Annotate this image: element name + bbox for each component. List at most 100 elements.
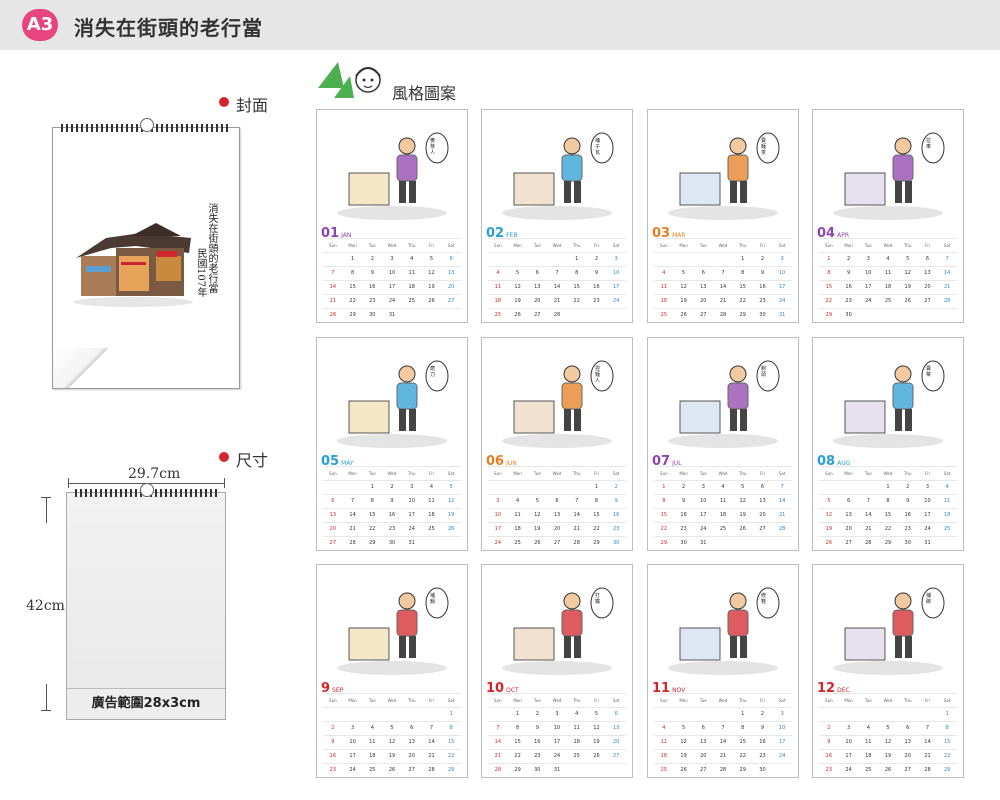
weekday-label: Tue [533, 471, 541, 476]
day-cell: 11 [865, 739, 872, 745]
day-cell: 4 [370, 725, 374, 731]
week-row: 28 29 30 31 [488, 763, 626, 777]
day-cell: 27 [904, 767, 911, 773]
day-cell: 15 [660, 512, 668, 518]
day-cell [733, 537, 753, 550]
week-row: 7 8 9 10 11 12 13 [323, 266, 461, 280]
day-cell: 18 [660, 753, 668, 759]
weekday-label: Sun [494, 243, 502, 248]
day-cell: 17 [778, 739, 786, 745]
month-header: 05 MAY [321, 450, 354, 469]
day-cell: 12 [825, 512, 833, 518]
day-cell: 30 [534, 767, 541, 773]
day-cell: 12 [534, 512, 541, 518]
day-cell: 21 [943, 284, 951, 290]
day-cell [858, 309, 878, 322]
day-cell: 15 [573, 284, 580, 290]
day-cell: 20 [845, 526, 852, 532]
day-cell [488, 481, 508, 494]
day-cell [422, 537, 442, 550]
day-cell: 4 [575, 711, 579, 717]
weekday-label: Tue [533, 698, 541, 703]
hanging-ring [140, 118, 154, 132]
day-cell: 15 [825, 284, 833, 290]
weekday-label: Thu [903, 471, 912, 476]
weekday-label: Sun [660, 243, 668, 248]
weekday-label: Tue [368, 471, 376, 476]
week-row: 18 19 20 21 22 23 24 [654, 294, 792, 308]
day-cell: 9 [681, 498, 686, 504]
day-cell: 1 [594, 484, 599, 490]
day-cell: 16 [759, 739, 766, 745]
day-cell: 24 [388, 298, 396, 304]
day-cell: 23 [845, 298, 852, 304]
day-cell: 2 [760, 256, 765, 262]
day-cell: 3 [410, 484, 414, 490]
day-cell [606, 764, 626, 777]
week-row: 22 23 24 25 26 27 28 [654, 522, 792, 536]
week-row: 16 17 18 19 20 21 22 [819, 749, 957, 763]
day-cell: 23 [534, 753, 541, 759]
day-cell: 16 [759, 284, 766, 290]
day-cell: 17 [388, 284, 396, 290]
day-cell: 27 [759, 526, 766, 532]
day-cell: 9 [331, 739, 335, 745]
week-row: 20 21 22 23 24 25 26 [323, 522, 461, 536]
weekday-label: Mon [513, 471, 522, 476]
day-cell: 7 [721, 725, 725, 731]
day-cell: 25 [408, 298, 415, 304]
day-cell: 2 [370, 256, 374, 262]
weekday-label: Fri [594, 471, 599, 476]
day-cell: 28 [349, 540, 356, 546]
speech-bubble-text: 修鞋 [761, 593, 767, 605]
day-cell: 22 [825, 298, 833, 304]
day-cell [654, 253, 674, 266]
day-cell [898, 309, 918, 322]
week-row: 7 8 9 10 11 12 13 [488, 721, 626, 735]
day-cell: 2 [594, 256, 599, 262]
day-cell: 25 [573, 753, 580, 759]
weekday-row: Sun Mon Tue Wed Thu Fri Sat [654, 693, 792, 707]
day-cell: 21 [924, 753, 931, 759]
speech-bubble-text: 麥芽人 [430, 138, 436, 156]
day-cell: 5 [594, 711, 599, 717]
day-cell: 19 [825, 526, 833, 532]
day-cell: 15 [884, 512, 892, 518]
day-cell: 29 [884, 540, 892, 546]
day-cell: 1 [741, 256, 745, 262]
day-cell: 26 [739, 526, 746, 532]
day-cell: 19 [593, 739, 600, 745]
week-row: 23 24 25 26 27 28 29 [323, 763, 461, 777]
day-cell: 7 [721, 270, 725, 276]
month-header: 06 JUN [486, 450, 517, 469]
speech-bubble-text: 拉車 [926, 138, 932, 150]
day-cell: 16 [369, 284, 376, 290]
day-cell: 4 [410, 256, 414, 262]
day-cell: 9 [594, 270, 599, 276]
weekday-label: Sun [329, 471, 337, 476]
calendar-grid: Sun Mon Tue Wed Thu Fri Sat 1 2 3 4 5 6 7 8 9 10 11 12 13 14… [819, 238, 957, 322]
day-cell: 22 [739, 753, 746, 759]
day-cell: 12 [739, 498, 746, 504]
day-cell: 15 [739, 284, 746, 290]
month-page: 賣菜 08 AUG Sun Mon Tue Wed Thu Fri Sat 1 2 3 4 5 6 7 8 9 10 1… [812, 337, 964, 551]
day-cell: 31 [553, 767, 561, 773]
day-cell: 20 [700, 298, 707, 304]
cover-label: 封面 [236, 96, 269, 115]
month-page: 拉車 04 APR Sun Mon Tue Wed Thu Fri Sat 1 2 3 4 5 6 7 8 9 10 1… [812, 109, 964, 323]
weekday-label: Wed [883, 471, 893, 476]
day-cell: 31 [700, 540, 707, 546]
day-cell: 18 [660, 298, 668, 304]
day-cell: 25 [428, 526, 435, 532]
day-cell: 20 [759, 512, 766, 518]
day-cell: 2 [390, 484, 394, 490]
day-cell: 3 [701, 484, 705, 490]
day-cell: 3 [780, 256, 784, 262]
day-cell: 13 [408, 739, 415, 745]
day-cell: 7 [780, 484, 784, 490]
day-cell [567, 481, 587, 494]
weekday-label: Fri [429, 698, 434, 703]
day-cell: 1 [945, 711, 949, 717]
day-cell: 9 [390, 498, 394, 504]
old-shop-illustration [73, 223, 193, 307]
